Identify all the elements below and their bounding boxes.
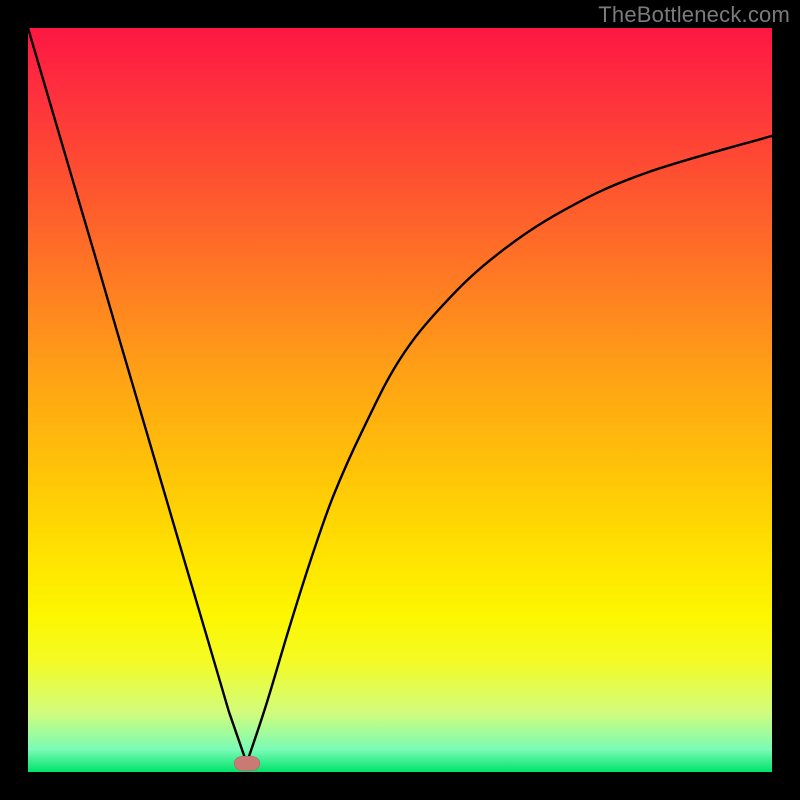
- minimum-marker: [234, 756, 260, 771]
- bottleneck-curve: [28, 28, 772, 772]
- curve-path: [28, 28, 772, 763]
- chart-frame: TheBottleneck.com: [0, 0, 800, 800]
- plot-area: [28, 28, 772, 772]
- watermark-text: TheBottleneck.com: [598, 2, 790, 28]
